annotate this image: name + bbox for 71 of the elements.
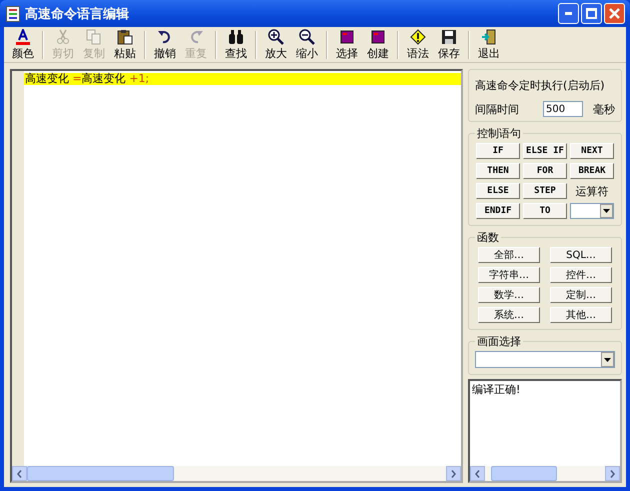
toolbar-button[interactable]: 创建	[363, 26, 393, 62]
timer-heading: 高速命令定时执行(启动后)	[475, 78, 606, 93]
toolbar-button[interactable]: 颜色	[8, 26, 38, 62]
function-button[interactable]: 其他…	[550, 307, 612, 323]
scissors-icon	[55, 28, 71, 44]
zoom-out-icon	[299, 28, 315, 44]
dropdown-arrow-icon[interactable]	[604, 358, 611, 362]
keyword-button[interactable]: BREAK	[570, 163, 614, 179]
interval-field[interactable]: 500	[543, 101, 583, 117]
door-exit-icon	[481, 28, 497, 44]
toolbar-button[interactable]: 撤销	[150, 26, 180, 62]
output-message: 编译正确!	[472, 383, 520, 396]
window-icon	[339, 28, 355, 44]
maximize-button[interactable]	[581, 3, 602, 24]
app-icon	[6, 6, 20, 22]
keyword-button[interactable]: ENDIF	[476, 203, 520, 219]
toolbar-button[interactable]: 查找	[221, 26, 251, 62]
function-button[interactable]: SQL…	[550, 247, 612, 263]
function-button[interactable]: 控件…	[550, 267, 612, 283]
scroll-left-icon[interactable]	[475, 470, 480, 478]
function-button[interactable]: 全部…	[478, 247, 540, 263]
unit-label: 毫秒	[593, 102, 615, 116]
toolbar-button[interactable]: 放大	[261, 26, 291, 62]
scrollbar-thumb[interactable]	[491, 466, 557, 481]
dropdown-arrow-icon[interactable]	[603, 209, 610, 213]
toolbar-button[interactable]: 退出	[474, 26, 504, 62]
group-title: 控制语句	[476, 126, 522, 141]
redo-icon	[188, 28, 204, 44]
code-editor[interactable]: 高速变化 =高速变化 +1;	[10, 69, 463, 483]
interval-label: 间隔时间	[475, 102, 519, 116]
close-button[interactable]	[604, 3, 625, 24]
function-button[interactable]: 数学…	[478, 287, 540, 303]
horizontal-scrollbar[interactable]	[12, 466, 461, 481]
scroll-right-icon[interactable]	[610, 470, 615, 478]
keyword-button[interactable]: ELSE IF	[523, 143, 567, 159]
warning-icon	[410, 28, 426, 44]
maximize-icon	[586, 8, 597, 19]
close-icon	[609, 8, 620, 19]
keyword-button[interactable]: TO	[523, 203, 567, 219]
scroll-left-icon[interactable]	[17, 470, 22, 478]
toolbar-button[interactable]: 保存	[434, 26, 464, 62]
operator-label: 运算符	[574, 184, 610, 198]
function-button[interactable]: 系统…	[478, 307, 540, 323]
copy-icon	[86, 28, 102, 44]
group-title: 函数	[476, 230, 500, 245]
operator-dropdown[interactable]	[570, 203, 614, 219]
toolbar-button[interactable]: 语法	[403, 26, 433, 62]
horizontal-scrollbar[interactable]	[470, 466, 620, 481]
group-title: 画面选择	[476, 334, 522, 349]
clipboard-icon	[117, 28, 133, 44]
scrollbar-thumb[interactable]	[27, 466, 174, 481]
binoculars-icon	[228, 28, 244, 44]
keyword-button[interactable]: NEXT	[570, 143, 614, 159]
window-title: 高速命令语言编辑	[25, 6, 129, 22]
keyword-button[interactable]: IF	[476, 143, 520, 159]
function-button[interactable]: 定制…	[550, 287, 612, 303]
text-color-icon	[15, 28, 31, 44]
function-button[interactable]: 字符串…	[478, 267, 540, 283]
keyword-button[interactable]: STEP	[523, 183, 567, 199]
window-icon	[370, 28, 386, 44]
scroll-right-icon[interactable]	[451, 470, 456, 478]
minimize-icon	[565, 12, 572, 15]
undo-icon	[157, 28, 173, 44]
minimize-button[interactable]	[558, 3, 579, 24]
toolbar-button[interactable]: 选择	[332, 26, 362, 62]
zoom-in-icon	[268, 28, 284, 44]
toolbar-button[interactable]: 缩小	[292, 26, 322, 62]
keyword-button[interactable]: ELSE	[476, 183, 520, 199]
toolbar-button[interactable]: 粘贴	[110, 26, 140, 62]
keyword-button[interactable]: FOR	[523, 163, 567, 179]
keyword-button[interactable]: THEN	[476, 163, 520, 179]
